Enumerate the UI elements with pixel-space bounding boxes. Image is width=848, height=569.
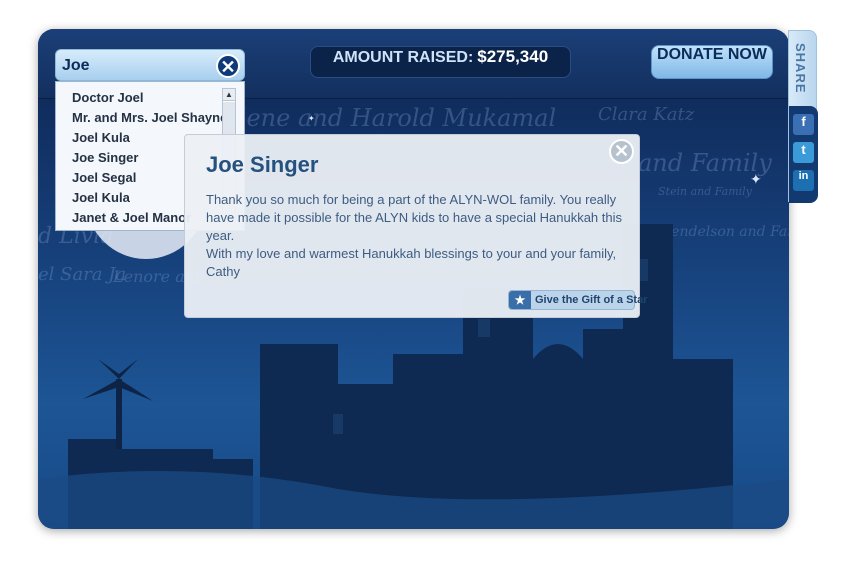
message-line: With my love and warmest Hanukkah blessi…	[206, 246, 617, 261]
star-icon: ★	[509, 291, 531, 309]
message-line: Thank you so much for being a part of th…	[206, 192, 617, 207]
amount-raised: AMOUNT RAISED: $275,340	[310, 46, 571, 78]
share-icons: f t in	[789, 106, 818, 203]
share-panel: SHARE f t in	[788, 30, 818, 203]
message-line: have made it possible for the ALYN kids …	[206, 210, 622, 243]
dialog-message: Thank you so much for being a part of th…	[206, 191, 626, 281]
search-box: ✕	[55, 49, 245, 81]
dialog-title: Joe Singer	[206, 152, 319, 177]
chevron-up-icon[interactable]: ▲	[223, 89, 235, 101]
donor-dialog: Joe Singer ✕ Thank you so much for being…	[184, 134, 647, 318]
twitter-icon[interactable]: t	[793, 142, 814, 163]
amount-value: $275,340	[477, 47, 549, 66]
linkedin-icon[interactable]: in	[793, 170, 814, 191]
donate-button[interactable]: DONATE NOW	[651, 45, 773, 79]
share-label: SHARE	[793, 43, 808, 94]
facebook-icon[interactable]: f	[793, 114, 814, 135]
close-icon[interactable]: ✕	[216, 54, 240, 78]
close-icon[interactable]: ✕	[609, 139, 634, 164]
message-line: Cathy	[206, 264, 240, 279]
list-item[interactable]: Mr. and Mrs. Joel Shayne	[72, 108, 244, 128]
amount-label: AMOUNT RAISED:	[332, 49, 474, 66]
search-input[interactable]	[62, 55, 212, 77]
gift-of-star-button[interactable]: ★ Give the Gift of a Star	[508, 290, 647, 310]
gift-label: Give the Gift of a Star	[535, 294, 648, 306]
list-item[interactable]: Doctor Joel	[72, 88, 244, 108]
